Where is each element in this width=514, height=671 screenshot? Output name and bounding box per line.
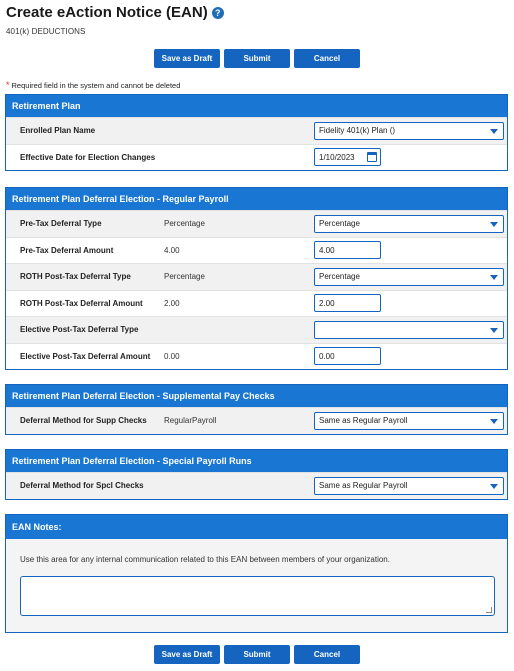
page-title: Create eAction Notice (EAN) <box>6 4 208 21</box>
effective-date-row: Effective Date for Election Changes 1/10… <box>6 143 507 171</box>
section-title: Retirement Plan <box>6 95 507 117</box>
ean-notes-section: EAN Notes: Use this area for any interna… <box>5 514 508 633</box>
elective-amount-input[interactable]: 0.00 <box>314 347 381 366</box>
required-field-note: * Required field in the system and cannot… <box>6 80 180 90</box>
field-label: Elective Post-Tax Deferral Amount <box>20 351 151 361</box>
enrolled-plan-select[interactable]: Fidelity 401(k) Plan () <box>314 121 504 140</box>
cancel-button[interactable]: Cancel <box>294 49 360 68</box>
field-label: Pre-Tax Deferral Type <box>20 219 102 229</box>
submit-button[interactable]: Submit <box>224 645 290 664</box>
field-label: Pre-Tax Deferral Amount <box>20 245 114 255</box>
elective-type-row: Elective Post-Tax Deferral Type <box>6 316 507 343</box>
pretax-amount-input[interactable]: 4.00 <box>314 241 381 260</box>
roth-type-row: ROTH Post-Tax Deferral Type Percentage P… <box>6 263 507 290</box>
question-circle-icon[interactable]: ? <box>211 6 224 19</box>
special-payroll-section: Retirement Plan Deferral Election - Spec… <box>5 449 508 500</box>
submit-button[interactable]: Submit <box>224 49 290 68</box>
current-value: Percentage <box>164 272 205 282</box>
regular-payroll-section: Retirement Plan Deferral Election - Regu… <box>5 187 508 370</box>
retirement-plan-section: Retirement Plan Enrolled Plan Name Fidel… <box>5 94 508 171</box>
section-title: Retirement Plan Deferral Election - Regu… <box>6 188 507 210</box>
field-label: Enrolled Plan Name <box>20 126 96 136</box>
field-label: Effective Date for Election Changes <box>20 152 156 162</box>
top-action-bar: Save as Draft Submit Cancel <box>0 49 514 68</box>
elective-amount-row: Elective Post-Tax Deferral Amount 0.00 0… <box>6 342 507 370</box>
current-value: 2.00 <box>164 298 180 308</box>
bottom-action-bar: Save as Draft Submit Cancel <box>0 645 514 664</box>
current-value: 0.00 <box>164 351 180 361</box>
resize-grip-icon[interactable] <box>486 607 492 613</box>
current-value: Percentage <box>164 219 205 229</box>
enrolled-plan-row: Enrolled Plan Name Fidelity 401(k) Plan … <box>6 117 507 144</box>
date-value: 1/10/2023 <box>319 152 355 162</box>
roth-amount-input[interactable]: 2.00 <box>314 294 381 313</box>
supplemental-section: Retirement Plan Deferral Election - Supp… <box>5 384 508 435</box>
effective-date-input[interactable]: 1/10/2023 <box>314 148 381 167</box>
input-value: 2.00 <box>319 298 335 308</box>
select-value: Fidelity 401(k) Plan () <box>319 126 396 136</box>
input-value: 4.00 <box>319 245 335 255</box>
chevron-down-icon <box>490 274 498 280</box>
cancel-button[interactable]: Cancel <box>294 645 360 664</box>
supp-method-row: Deferral Method for Supp Checks RegularP… <box>6 407 507 434</box>
spcl-method-select[interactable]: Same as Regular Payroll <box>314 476 504 495</box>
select-value: Same as Regular Payroll <box>319 481 408 491</box>
spcl-method-row: Deferral Method for Spcl Checks Same as … <box>6 472 507 499</box>
current-value: 4.00 <box>164 245 180 255</box>
required-star: * <box>6 80 10 90</box>
elective-type-select[interactable] <box>314 320 504 339</box>
section-title: EAN Notes: <box>6 515 507 539</box>
section-title: Retirement Plan Deferral Election - Spec… <box>6 450 507 472</box>
pretax-amount-row: Pre-Tax Deferral Amount 4.00 4.00 <box>6 236 507 264</box>
field-label: Elective Post-Tax Deferral Type <box>20 325 139 335</box>
field-label: ROTH Post-Tax Deferral Amount <box>20 298 143 308</box>
page-subtitle: 401(k) DEDUCTIONS <box>6 27 86 36</box>
input-value: 0.00 <box>319 351 335 361</box>
roth-type-select[interactable]: Percentage <box>314 267 504 286</box>
pretax-type-row: Pre-Tax Deferral Type Percentage Percent… <box>6 210 507 237</box>
notes-description: Use this area for any internal communica… <box>20 555 390 564</box>
field-label: Deferral Method for Supp Checks <box>20 416 147 426</box>
chevron-down-icon <box>490 128 498 134</box>
select-value: Percentage <box>319 219 360 229</box>
calendar-icon[interactable] <box>367 152 377 163</box>
current-value: RegularPayroll <box>164 416 217 426</box>
page-header: Create eAction Notice (EAN) ? <box>6 4 224 21</box>
chevron-down-icon <box>490 483 498 489</box>
chevron-down-icon <box>490 418 498 424</box>
notes-textarea[interactable] <box>20 576 495 616</box>
save-as-draft-button[interactable]: Save as Draft <box>154 645 220 664</box>
select-value: Same as Regular Payroll <box>319 416 408 426</box>
field-label: ROTH Post-Tax Deferral Type <box>20 272 131 282</box>
select-value: Percentage <box>319 272 360 282</box>
required-note-text: Required field in the system and cannot … <box>11 81 181 90</box>
save-as-draft-button[interactable]: Save as Draft <box>154 49 220 68</box>
pretax-type-select[interactable]: Percentage <box>314 214 504 233</box>
field-label: Deferral Method for Spcl Checks <box>20 481 144 491</box>
section-title: Retirement Plan Deferral Election - Supp… <box>6 385 507 407</box>
chevron-down-icon <box>490 221 498 227</box>
roth-amount-row: ROTH Post-Tax Deferral Amount 2.00 2.00 <box>6 289 507 317</box>
supp-method-select[interactable]: Same as Regular Payroll <box>314 411 504 430</box>
chevron-down-icon <box>490 327 498 333</box>
